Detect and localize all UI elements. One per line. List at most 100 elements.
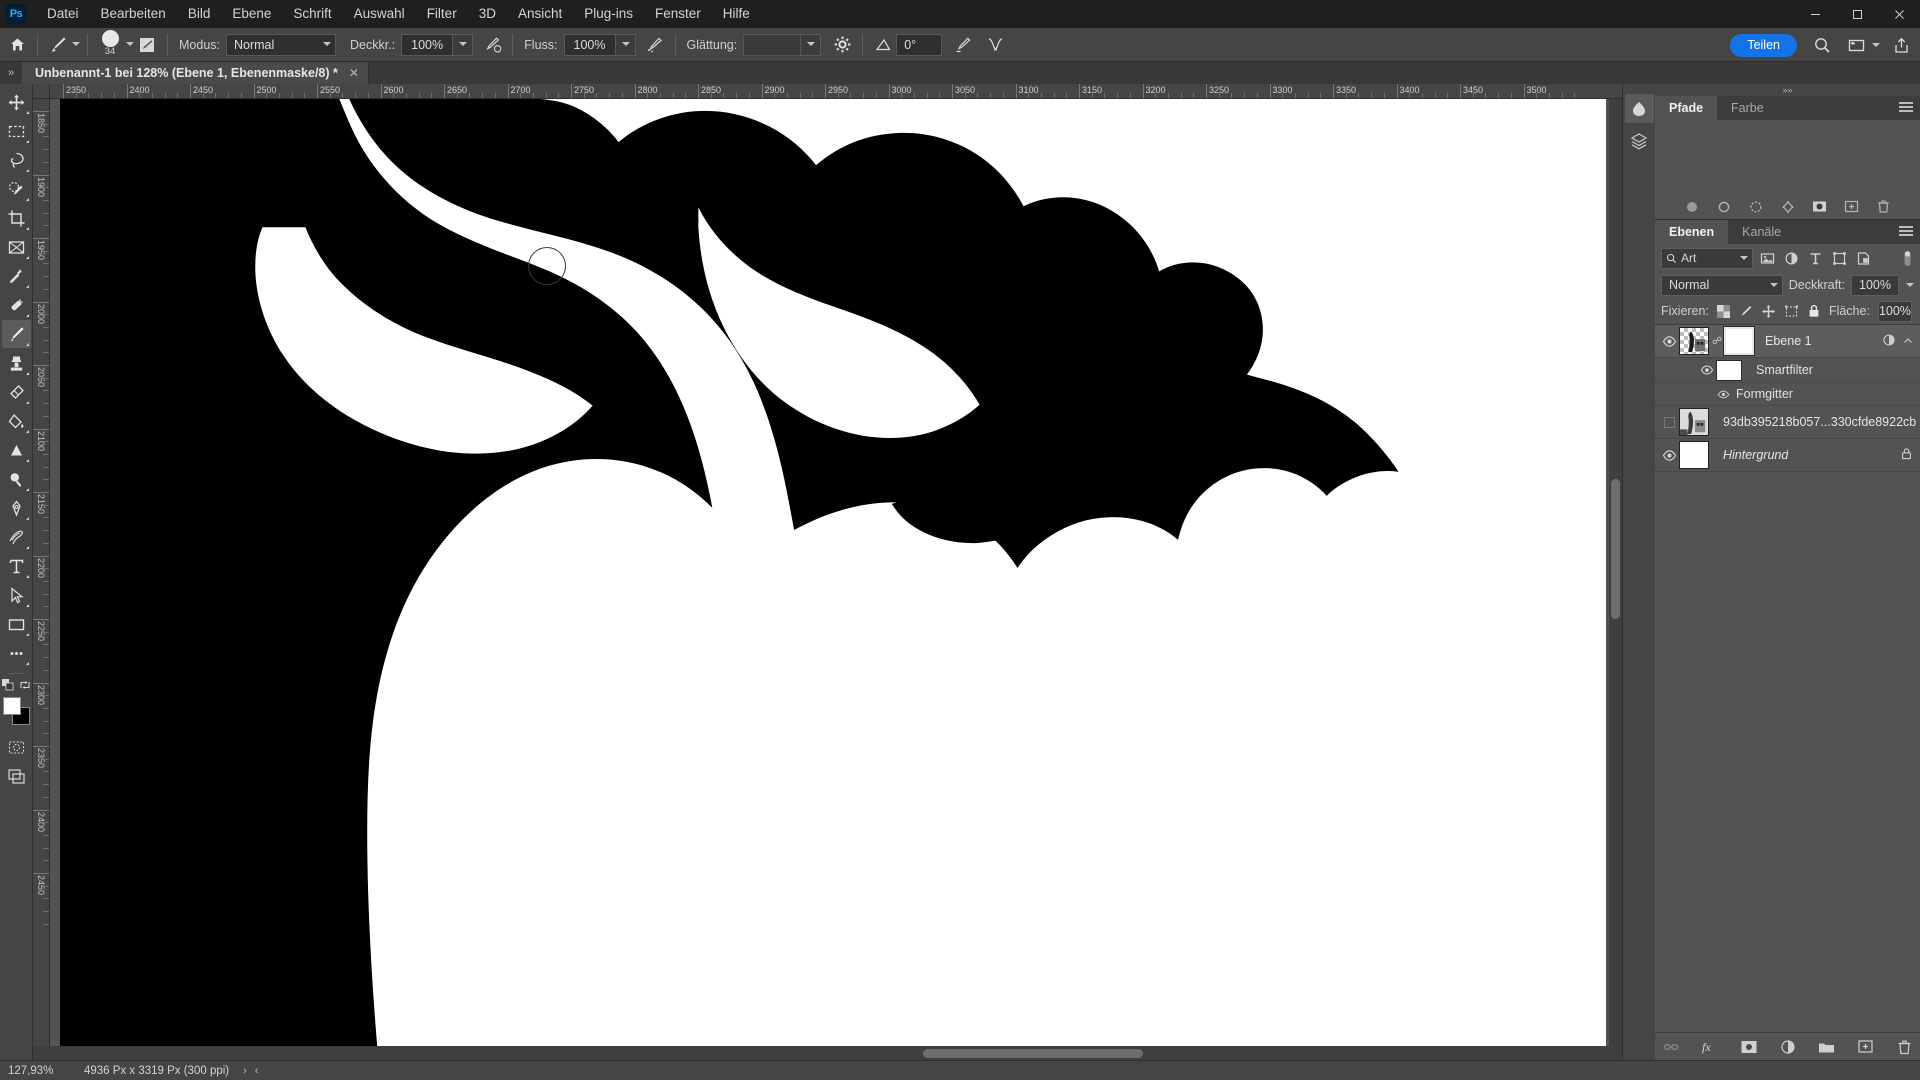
crop-tool[interactable] — [2, 204, 31, 232]
link-layers-icon[interactable] — [1661, 1037, 1680, 1056]
smoothing-field[interactable] — [743, 33, 802, 56]
share-export-icon[interactable] — [1888, 32, 1914, 58]
layer-opacity-value[interactable]: 100% — [1851, 274, 1899, 296]
menu-ansicht[interactable]: Ansicht — [507, 0, 573, 28]
eye-icon-off[interactable] — [1659, 415, 1679, 430]
tab-pfade[interactable]: Pfade — [1655, 96, 1718, 120]
minimize-button[interactable] — [1794, 0, 1836, 28]
blend-mode-select[interactable]: Normal — [226, 33, 336, 56]
new-group-icon[interactable] — [1817, 1037, 1836, 1056]
move-tool[interactable] — [2, 88, 31, 116]
workspace-icon[interactable] — [1843, 32, 1869, 58]
eye-icon[interactable] — [1659, 448, 1679, 463]
clone-stamp-tool[interactable] — [2, 349, 31, 377]
smart-object-badge-icon[interactable] — [1882, 333, 1896, 350]
brush-size-preview[interactable]: 34 — [95, 30, 125, 57]
document-tab[interactable]: Unbenannt-1 bei 128% (Ebene 1, Ebenenmas… — [22, 62, 369, 84]
close-icon[interactable]: ✕ — [349, 66, 359, 80]
paths-panel-body[interactable] — [1655, 120, 1920, 194]
menu-hilfe[interactable]: Hilfe — [712, 0, 761, 28]
horizontal-scrollbar-thumb[interactable] — [923, 1049, 1143, 1058]
artboard[interactable] — [60, 99, 1606, 1046]
screen-mode-icon[interactable] — [2, 762, 31, 790]
horizontal-scrollbar[interactable] — [33, 1046, 1622, 1060]
flow-caret-icon[interactable] — [615, 33, 636, 56]
swap-colors-icon[interactable] — [19, 679, 31, 694]
home-icon[interactable] — [4, 32, 30, 58]
eye-icon[interactable] — [1697, 363, 1716, 377]
menu-fenster[interactable]: Fenster — [644, 0, 712, 28]
lock-icon[interactable] — [1900, 447, 1913, 463]
lock-transparency-icon[interactable] — [1716, 303, 1730, 320]
ellipsis-icon[interactable] — [2, 639, 31, 667]
opacity-caret-icon[interactable] — [453, 33, 474, 56]
new-layer-icon[interactable] — [1856, 1037, 1875, 1056]
smoothing-caret-icon[interactable] — [801, 33, 822, 56]
panel-menu-icon[interactable] — [1899, 226, 1913, 238]
filter-pixel-icon[interactable] — [1758, 249, 1777, 268]
eraser-tool[interactable] — [2, 378, 31, 406]
pen-tool[interactable] — [2, 494, 31, 522]
link-mask-icon[interactable]: ☍ — [1712, 336, 1722, 347]
brush-panel-caret-icon[interactable] — [125, 40, 134, 49]
canvas-viewport[interactable] — [50, 99, 1622, 1046]
lasso-tool[interactable] — [2, 146, 31, 174]
airbrush-icon[interactable] — [642, 32, 668, 58]
color-swatches[interactable] — [2, 697, 31, 727]
menu-datei[interactable]: Datei — [36, 0, 90, 28]
zoom-level[interactable]: 127,93% — [8, 1065, 74, 1077]
blur-tool[interactable] — [2, 436, 31, 464]
make-work-path-icon[interactable] — [1779, 198, 1796, 215]
layer-row-ebene-1[interactable]: ☍ Ebene 1 — [1655, 325, 1920, 358]
foreground-color-swatch[interactable] — [2, 697, 21, 715]
menu-filter[interactable]: Filter — [416, 0, 468, 28]
path-selection-tool[interactable] — [2, 581, 31, 609]
layers-stack-icon[interactable] — [1625, 126, 1654, 155]
share-button[interactable]: Teilen — [1730, 33, 1797, 57]
vertical-scrollbar[interactable] — [1609, 99, 1622, 1046]
brush-preset-caret-icon[interactable] — [71, 40, 80, 49]
paint-bucket-tool[interactable] — [2, 407, 31, 435]
vertical-scrollbar-thumb[interactable] — [1611, 479, 1620, 619]
ruler-corner[interactable] — [33, 84, 50, 99]
new-path-icon[interactable] — [1843, 198, 1860, 215]
angle-field[interactable]: 0° — [896, 33, 943, 56]
brush-settings-icon[interactable] — [134, 32, 160, 58]
layer-style-fx-icon[interactable]: fx — [1700, 1037, 1719, 1056]
layer-row-hash[interactable]: 93db395218b057...330cfde8922cb — [1655, 406, 1920, 439]
brush-tool[interactable] — [1, 320, 31, 348]
load-selection-icon[interactable] — [1747, 198, 1764, 215]
tab-farbe[interactable]: Farbe — [1717, 96, 1778, 120]
close-button[interactable] — [1878, 0, 1920, 28]
stroke-path-icon[interactable] — [1715, 198, 1732, 215]
filter-shape-icon[interactable] — [1830, 249, 1849, 268]
maximize-button[interactable] — [1836, 0, 1878, 28]
healing-brush-tool[interactable] — [2, 291, 31, 319]
search-icon[interactable] — [1809, 32, 1835, 58]
tab-ebenen[interactable]: Ebenen — [1655, 220, 1729, 244]
rectangle-tool[interactable] — [2, 610, 31, 638]
pressure-size-icon[interactable] — [950, 32, 976, 58]
layer-thumbnail[interactable] — [1679, 441, 1709, 469]
menu-ebene[interactable]: Ebene — [221, 0, 282, 28]
eye-icon[interactable] — [1714, 388, 1732, 401]
eye-icon[interactable] — [1659, 334, 1679, 349]
menu-schrift[interactable]: Schrift — [282, 0, 342, 28]
menu-plugins[interactable]: Plug-ins — [573, 0, 644, 28]
filter-toggle-icon[interactable] — [1901, 249, 1914, 268]
panel-menu-icon[interactable] — [1899, 102, 1913, 114]
horizontal-ruler[interactable]: 2350 2400 2450 2500 2550 2600 2650 2700 2750 2800… — [50, 84, 1622, 99]
dodge-tool[interactable] — [2, 465, 31, 493]
chevron-up-icon[interactable] — [1903, 334, 1913, 349]
smartfilter-thumbnail[interactable] — [1716, 359, 1742, 381]
opacity-field[interactable]: 100% — [401, 33, 454, 56]
angle-icon[interactable] — [870, 32, 896, 58]
eyedropper-tool[interactable] — [2, 262, 31, 290]
brush-icon[interactable] — [45, 32, 71, 58]
menu-bild[interactable]: Bild — [177, 0, 222, 28]
layer-blend-mode-select[interactable]: Normal — [1661, 274, 1783, 296]
chevron-right-icon[interactable]: › — [243, 1065, 247, 1077]
formgitter-row[interactable]: Formgitter — [1655, 383, 1920, 406]
add-mask-icon[interactable] — [1811, 198, 1828, 215]
lock-image-icon[interactable] — [1738, 303, 1753, 320]
